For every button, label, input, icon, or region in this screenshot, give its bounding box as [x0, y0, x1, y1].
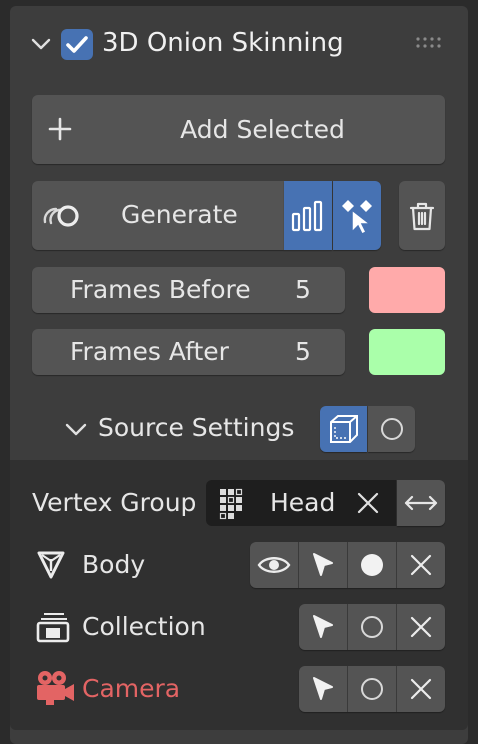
frames-after-label: Frames After: [70, 337, 229, 366]
drag-handle-icon[interactable]: [414, 36, 446, 50]
body-solo-toggle[interactable]: [348, 542, 396, 588]
frames-before-field[interactable]: Frames Before 5: [32, 267, 345, 313]
frame-range-toggle[interactable]: [284, 181, 332, 250]
frames-after-color-swatch[interactable]: [369, 329, 445, 375]
camera-toggle-group: [299, 666, 445, 712]
circle-icon: [380, 418, 403, 440]
camera-remove-button[interactable]: [397, 666, 445, 712]
collection-selectable-toggle[interactable]: [299, 604, 347, 650]
vertex-group-icon: [216, 486, 250, 520]
add-selected-button[interactable]: Add Selected: [32, 95, 445, 164]
body-toggle-group: [250, 542, 445, 588]
body-label: Body: [82, 550, 146, 579]
vertex-group-label: Vertex Group: [32, 488, 197, 517]
source-circle-toggle[interactable]: [368, 406, 415, 452]
cursor-arrow-icon: [313, 677, 333, 700]
body-visibility-toggle[interactable]: [250, 542, 298, 588]
source-object-toggle[interactable]: [320, 406, 367, 452]
double-arrow-icon: [404, 495, 438, 511]
cursor-arrow-icon: [313, 553, 333, 576]
camera-icon: [34, 670, 76, 706]
close-icon: [410, 554, 432, 576]
enable-checkbox[interactable]: [61, 29, 93, 60]
checkmark-icon: [66, 36, 88, 53]
collapse-chevron-icon[interactable]: [30, 34, 52, 54]
trash-icon: [409, 202, 435, 230]
source-settings-label: Source Settings: [98, 413, 295, 442]
collection-toggle-group: [299, 604, 445, 650]
delete-button[interactable]: [399, 181, 445, 250]
collection-remove-button[interactable]: [397, 604, 445, 650]
body-remove-button[interactable]: [397, 542, 445, 588]
frames-before-label: Frames Before: [70, 275, 251, 304]
add-selected-label: Add Selected: [180, 115, 345, 144]
frames-after-field[interactable]: Frames After 5: [32, 329, 345, 375]
collection-label: Collection: [82, 612, 206, 641]
close-icon: [410, 616, 432, 638]
bounding-box-icon: [329, 415, 358, 443]
select-keyframes-toggle[interactable]: [333, 181, 381, 250]
mesh-object-icon: [37, 549, 65, 581]
vertex-group-value: Head: [270, 488, 336, 517]
eye-icon: [257, 557, 291, 573]
generate-label: Generate: [121, 200, 238, 229]
close-icon: [410, 678, 432, 700]
frames-before-color-swatch[interactable]: [369, 267, 445, 313]
onion-skin-icon: [41, 201, 81, 231]
generate-button[interactable]: Generate: [32, 181, 284, 250]
circle-icon: [361, 616, 383, 638]
camera-selectable-toggle[interactable]: [299, 666, 347, 712]
swap-vertex-group-button[interactable]: [397, 480, 445, 526]
keyframe-cursor-icon: [342, 199, 373, 235]
filled-circle-icon: [361, 554, 383, 576]
source-settings-chevron-icon[interactable]: [64, 419, 88, 439]
cursor-arrow-icon: [313, 615, 333, 638]
frame-bars-icon: [291, 200, 323, 231]
collection-icon: [36, 611, 70, 643]
panel-title: 3D Onion Skinning: [102, 28, 344, 58]
camera-label: Camera: [82, 674, 181, 703]
body-selectable-toggle[interactable]: [299, 542, 347, 588]
collection-solo-toggle[interactable]: [348, 604, 396, 650]
frames-before-value: 5: [295, 275, 311, 304]
clear-vertex-group-icon[interactable]: [356, 491, 380, 515]
vertex-group-field[interactable]: Head: [206, 480, 396, 526]
circle-icon: [361, 678, 383, 700]
plus-icon: [48, 117, 72, 141]
frames-after-value: 5: [295, 337, 311, 366]
camera-solo-toggle[interactable]: [348, 666, 396, 712]
